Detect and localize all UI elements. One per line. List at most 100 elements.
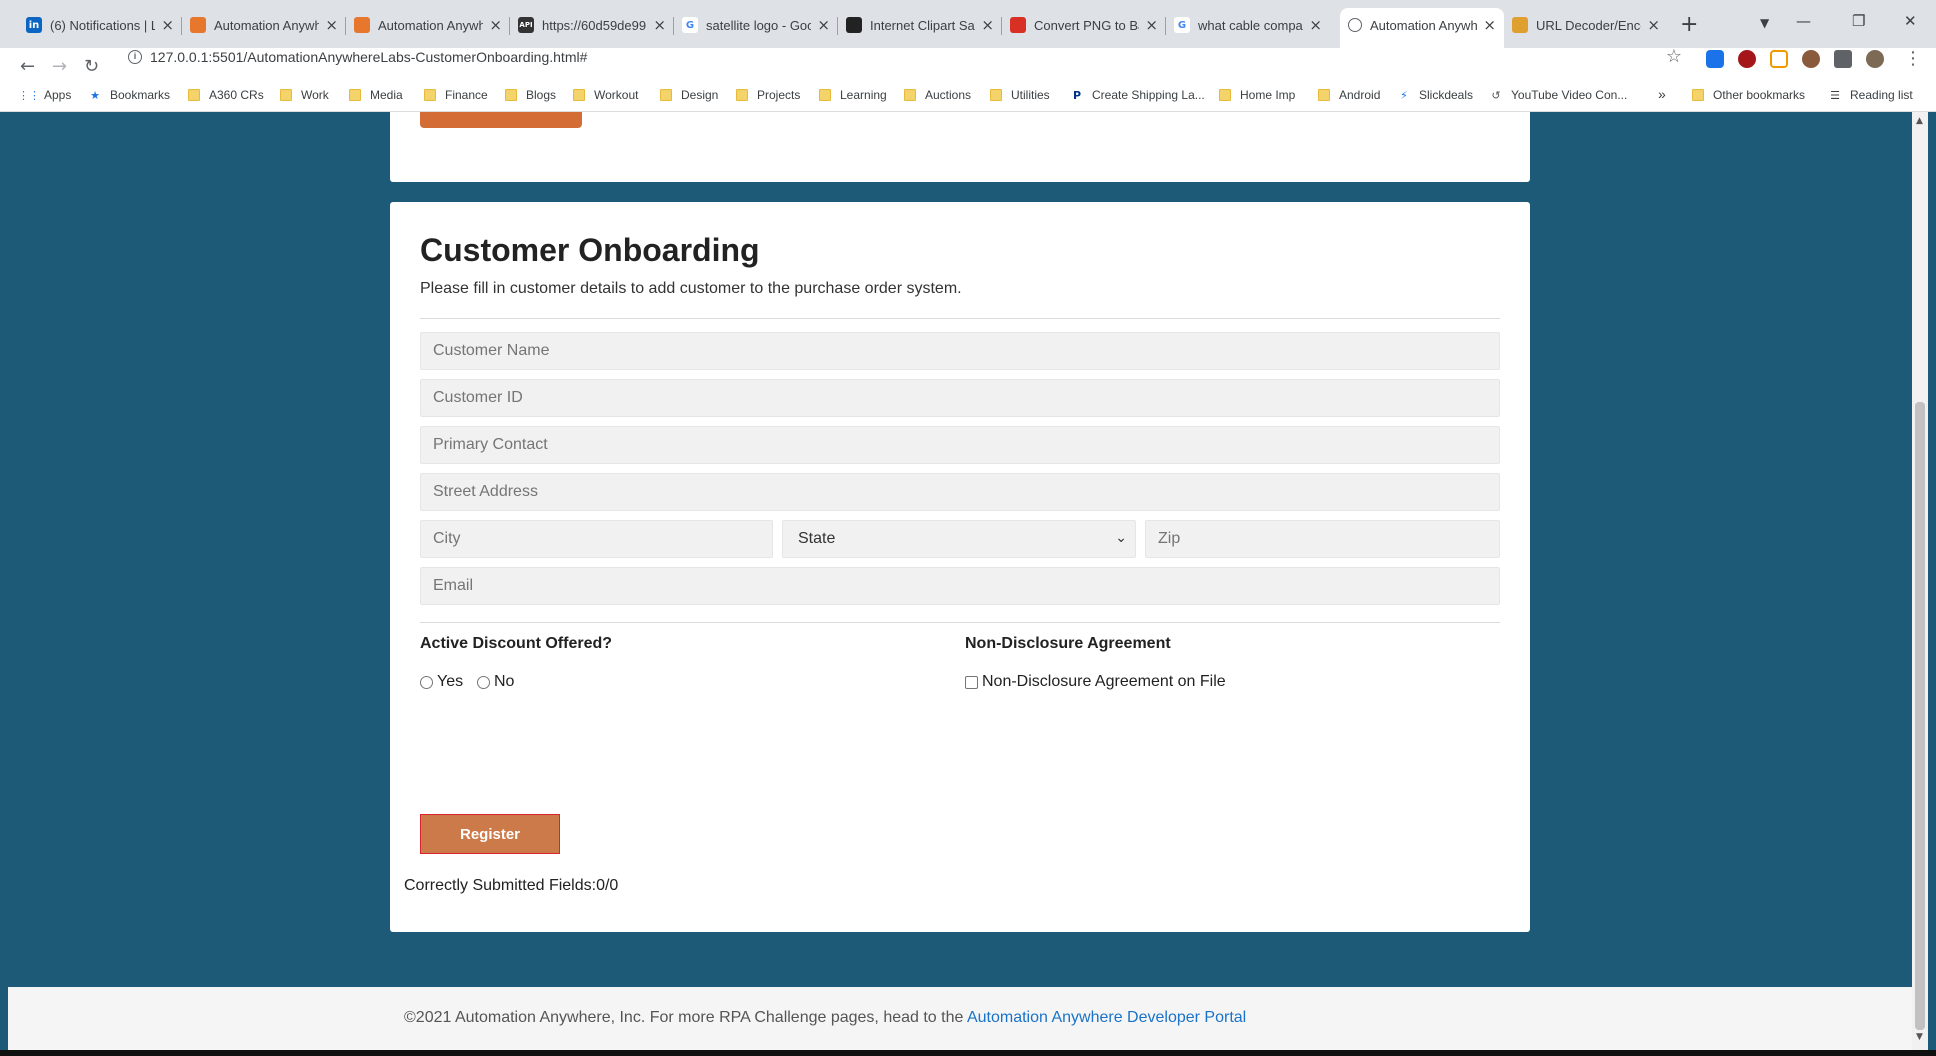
scroll-up-icon[interactable]: ▲ — [1916, 116, 1923, 126]
close-icon[interactable]: × — [1647, 16, 1660, 34]
customer-id-input[interactable] — [420, 379, 1500, 417]
close-icon[interactable]: × — [653, 16, 666, 34]
linkedin-icon: in — [26, 17, 42, 33]
decoder-icon — [1512, 17, 1528, 33]
footer-text: ©2021 Automation Anywhere, Inc. For more… — [404, 1009, 1246, 1027]
taskbar — [0, 1050, 1936, 1056]
restore-icon[interactable]: ❐ — [1852, 12, 1865, 30]
customer-onboarding-card: Customer Onboarding Please fill in custo… — [390, 202, 1530, 932]
forward-icon[interactable]: → — [52, 56, 67, 77]
bookmark-folder-learning[interactable]: Learning — [819, 88, 887, 102]
bookmark-bookmarks[interactable]: ★ Bookmarks — [88, 88, 170, 102]
puzzle-icon[interactable] — [1834, 50, 1852, 68]
extension-badge-icon[interactable] — [1706, 50, 1724, 68]
folder-icon — [904, 89, 916, 101]
folder-icon — [1219, 89, 1231, 101]
bookmark-folder-a360[interactable]: A360 CRs — [188, 88, 264, 102]
tab-linkedin[interactable]: in (6) Notifications | Li × — [18, 10, 182, 40]
state-select-value: State — [798, 530, 836, 547]
discount-no-radio[interactable] — [477, 676, 490, 689]
url-text[interactable]: 127.0.0.1:5501/AutomationAnywhereLabs-Cu… — [150, 49, 587, 65]
page-content: Customer Onboarding Please fill in custo… — [8, 112, 1912, 1056]
email-input[interactable] — [420, 567, 1500, 605]
new-tab-icon[interactable]: + — [1680, 12, 1698, 37]
bookmark-folder-utilities[interactable]: Utilities — [990, 88, 1050, 102]
bookmark-folder-projects[interactable]: Projects — [736, 88, 800, 102]
bookmark-folder-auctions[interactable]: Auctions — [904, 88, 971, 102]
ublock-icon[interactable] — [1738, 50, 1756, 68]
reload-icon[interactable]: ↻ — [84, 56, 99, 77]
nda-checkbox-label[interactable]: Non-Disclosure Agreement on File — [982, 673, 1226, 691]
back-icon[interactable]: ← — [20, 56, 35, 77]
city-input[interactable] — [420, 520, 773, 558]
acrobat-icon[interactable] — [1770, 50, 1788, 68]
folder-icon — [1692, 89, 1704, 101]
bookmark-apps[interactable]: ⋮⋮ Apps — [18, 88, 71, 102]
scroll-down-icon[interactable]: ▼ — [1916, 1032, 1923, 1042]
register-button[interactable]: Register — [420, 814, 560, 854]
menu-icon[interactable]: ⋮ — [1904, 48, 1922, 69]
site-info-icon[interactable]: i — [128, 50, 142, 64]
folder-icon — [349, 89, 361, 101]
tab-convert-png[interactable]: Convert PNG to Ba × — [1002, 10, 1166, 40]
bookmark-folder-workout[interactable]: Workout — [573, 88, 638, 102]
minimize-icon[interactable]: — — [1796, 12, 1811, 30]
bookmark-folder-design[interactable]: Design — [660, 88, 718, 102]
bookmark-folder-finance[interactable]: Finance — [424, 88, 488, 102]
automation-anywhere-icon — [354, 17, 370, 33]
tab-clipart[interactable]: Internet Clipart Sat × — [838, 10, 1002, 40]
close-icon[interactable]: × — [1483, 16, 1496, 34]
bookmark-other-bookmarks[interactable]: Other bookmarks — [1692, 88, 1805, 102]
more-bookmarks-icon[interactable]: » — [1658, 86, 1666, 102]
bookmark-reading-list[interactable]: ☰ Reading list — [1828, 88, 1913, 102]
bookmark-create-shipping[interactable]: P Create Shipping La... — [1070, 88, 1205, 102]
state-select[interactable]: State ⌄ — [782, 520, 1136, 558]
discount-no-label[interactable]: No — [494, 673, 514, 691]
customer-name-input[interactable] — [420, 332, 1500, 370]
bookmark-folder-android[interactable]: Android — [1318, 88, 1380, 102]
close-icon[interactable]: × — [161, 16, 174, 34]
nda-label: Non-Disclosure Agreement — [965, 635, 1171, 652]
google-icon: G — [682, 17, 698, 33]
zip-input[interactable] — [1145, 520, 1500, 558]
previous-card-button[interactable] — [420, 112, 582, 128]
profile-avatar[interactable] — [1866, 50, 1884, 68]
tab-api[interactable]: API https://60d59de99 × — [510, 10, 674, 40]
tab-search-icon[interactable]: ▼ — [1760, 16, 1769, 30]
close-icon[interactable]: × — [1145, 16, 1158, 34]
address-bar[interactable]: i 127.0.0.1:5501/AutomationAnywhereLabs-… — [116, 46, 1692, 74]
bookmark-folder-blogs[interactable]: Blogs — [505, 88, 556, 102]
tab-automation-anywhere-1[interactable]: Automation Anywh × — [182, 10, 346, 40]
nda-checkbox[interactable] — [965, 676, 978, 689]
bookmark-star-icon[interactable]: ☆ — [1666, 46, 1682, 67]
bookmark-slickdeals[interactable]: ⚡ Slickdeals — [1397, 88, 1473, 102]
page-scrollbar[interactable]: ▲ ▼ — [1912, 112, 1928, 1050]
close-icon[interactable]: × — [489, 16, 502, 34]
tab-automation-anywhere-active[interactable]: Automation Anywh × — [1340, 8, 1504, 48]
close-icon[interactable]: × — [981, 16, 994, 34]
google-icon: G — [1174, 17, 1190, 33]
close-icon[interactable]: × — [325, 16, 338, 34]
close-icon[interactable]: × — [1309, 16, 1322, 34]
discount-yes-label[interactable]: Yes — [437, 673, 463, 691]
tab-google-cable[interactable]: G what cable compan × — [1166, 10, 1330, 40]
bookmark-folder-media[interactable]: Media — [349, 88, 403, 102]
tab-automation-anywhere-2[interactable]: Automation Anywh × — [346, 10, 510, 40]
extension-icon[interactable] — [1802, 50, 1820, 68]
tab-google-satellite[interactable]: G satellite logo - Goo × — [674, 10, 838, 40]
discount-yes-radio[interactable] — [420, 676, 433, 689]
street-address-input[interactable] — [420, 473, 1500, 511]
close-icon[interactable]: × — [817, 16, 830, 34]
bookmark-folder-home-imp[interactable]: Home Imp — [1219, 88, 1295, 102]
paypal-icon: P — [1072, 88, 1082, 102]
apps-grid-icon: ⋮⋮ — [18, 88, 40, 102]
developer-portal-link[interactable]: Automation Anywhere Developer Portal — [967, 1009, 1246, 1026]
bookmark-youtube-converter[interactable]: ↺ YouTube Video Con... — [1489, 88, 1627, 102]
tab-url-decoder[interactable]: URL Decoder/Enco × — [1504, 10, 1668, 40]
bookmark-folder-work[interactable]: Work — [280, 88, 329, 102]
primary-contact-input[interactable] — [420, 426, 1500, 464]
scrollbar-thumb[interactable] — [1915, 402, 1925, 1030]
folder-icon — [188, 89, 200, 101]
folder-icon — [505, 89, 517, 101]
close-window-icon[interactable]: ✕ — [1904, 12, 1917, 30]
